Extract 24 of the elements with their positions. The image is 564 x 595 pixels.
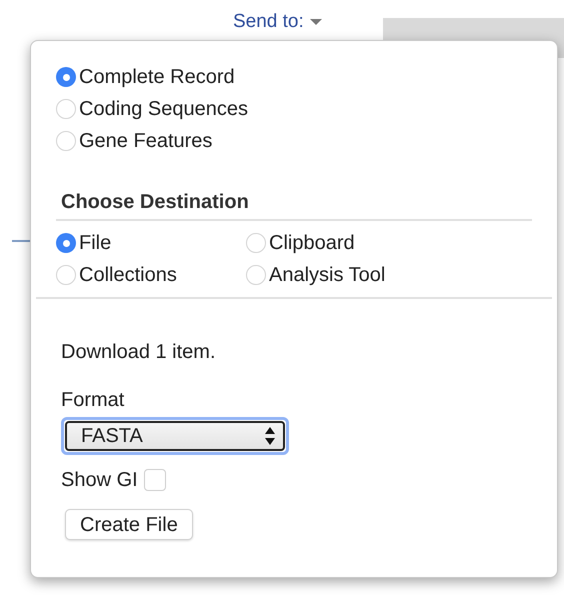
format-select[interactable]: FASTA bbox=[61, 417, 289, 455]
radio-button[interactable] bbox=[56, 99, 76, 119]
section-heading: Choose Destination bbox=[61, 191, 249, 213]
radio-option[interactable]: Analysis Tool bbox=[246, 259, 446, 291]
radio-button[interactable] bbox=[246, 233, 266, 253]
radio-button[interactable] bbox=[56, 67, 76, 87]
download-text: Download 1 item. bbox=[61, 340, 216, 365]
send-to-menu[interactable]: Send to: bbox=[233, 8, 322, 36]
radio-option[interactable]: Coding Sequences bbox=[56, 93, 557, 125]
format-label: Format bbox=[61, 388, 124, 413]
radio-option[interactable]: Complete Record bbox=[56, 61, 557, 93]
caret-icon bbox=[310, 19, 322, 26]
radio-button[interactable] bbox=[56, 233, 76, 253]
show-gi-label: Show GI bbox=[61, 468, 138, 493]
radio-button[interactable] bbox=[56, 265, 76, 285]
radio-button[interactable] bbox=[246, 265, 266, 285]
radio-option[interactable]: Gene Features bbox=[56, 125, 557, 157]
show-gi-checkbox[interactable] bbox=[144, 469, 166, 491]
updown-arrows-icon bbox=[265, 427, 275, 445]
radio-option[interactable]: Clipboard bbox=[246, 227, 446, 259]
radio-option[interactable]: Collections bbox=[56, 259, 246, 291]
create-file-button[interactable]: Create File bbox=[65, 509, 193, 540]
radio-button[interactable] bbox=[56, 131, 76, 151]
radio-option[interactable]: File bbox=[56, 227, 246, 259]
